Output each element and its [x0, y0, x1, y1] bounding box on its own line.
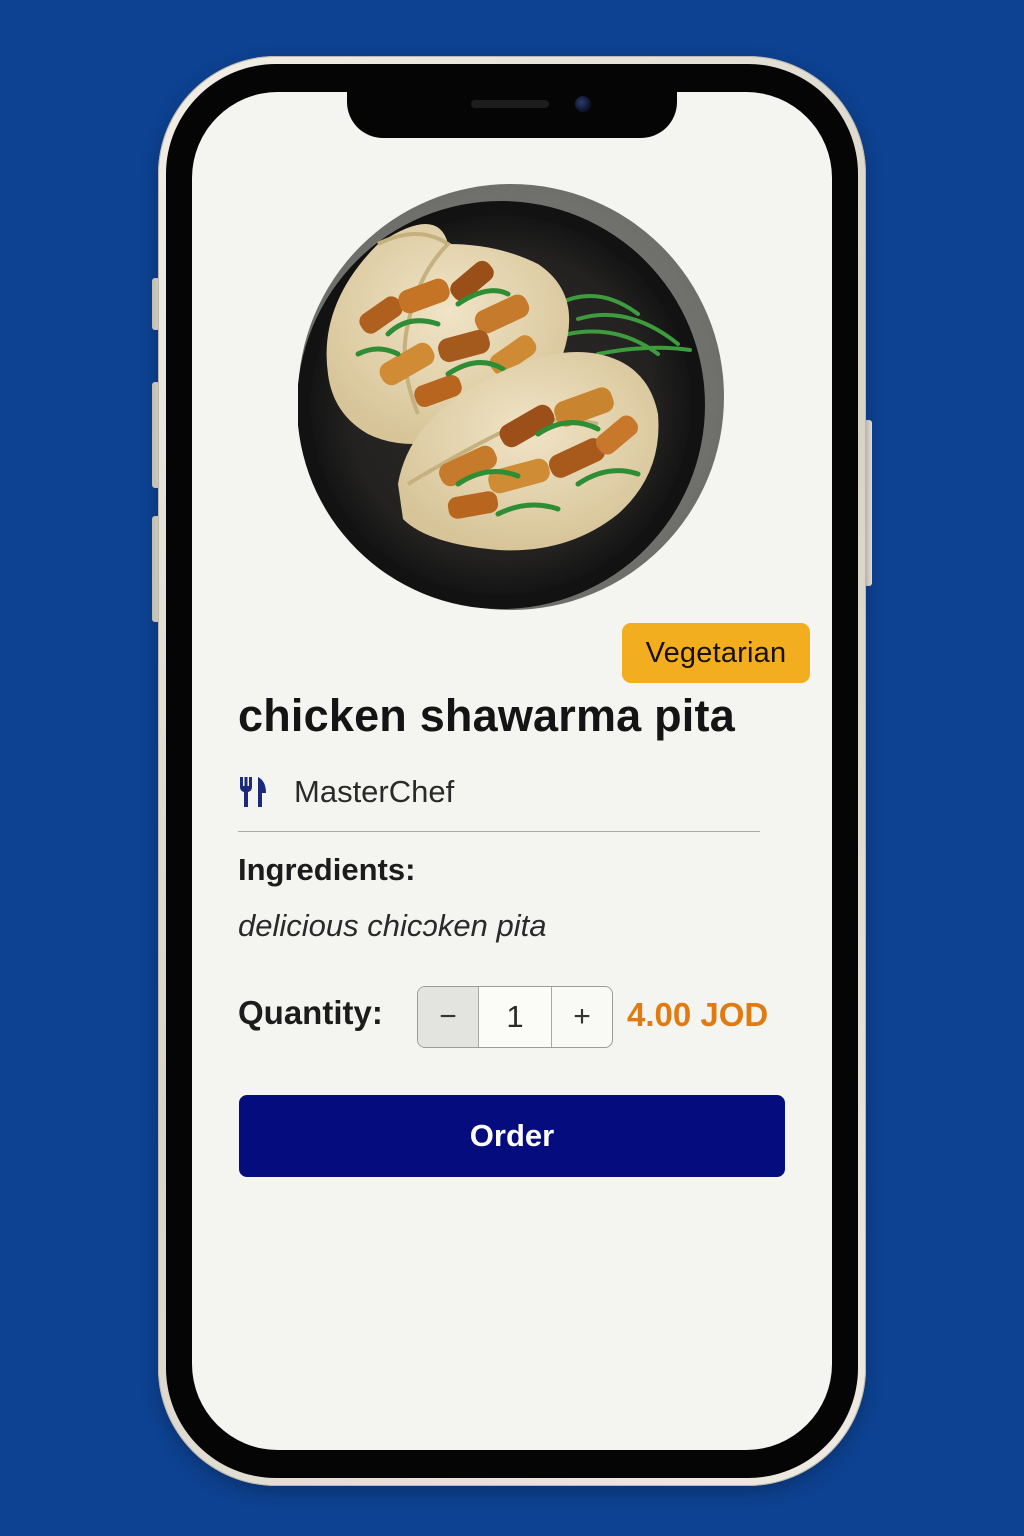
fork-knife-icon	[240, 777, 266, 807]
front-camera	[575, 96, 591, 112]
order-button[interactable]: Order	[239, 1095, 785, 1177]
phone-notch	[329, 64, 695, 138]
chef-name: MasterChef	[294, 774, 455, 809]
chef-row: MasterChef	[238, 770, 454, 814]
speaker-grille	[471, 100, 549, 108]
ingredients-heading: Ingredients:	[238, 852, 416, 887]
quantity-label: Quantity:	[238, 994, 383, 1031]
quantity-value[interactable]: 1	[479, 987, 551, 1047]
vegetarian-badge: Vegetarian	[622, 623, 810, 683]
app-stage: Vegetarian chicken shawarma pita MasterC…	[0, 0, 1024, 1536]
quantity-stepper: − 1 +	[417, 986, 613, 1048]
decrement-button[interactable]: −	[418, 987, 479, 1047]
increment-button[interactable]: +	[551, 987, 612, 1047]
price-label: 4.00 JOD	[627, 996, 769, 1033]
product-title: chicken shawarma pita	[238, 690, 735, 741]
divider	[238, 831, 760, 832]
food-image	[298, 184, 724, 610]
ingredients-text: delicious chicɔken pita	[238, 908, 547, 943]
